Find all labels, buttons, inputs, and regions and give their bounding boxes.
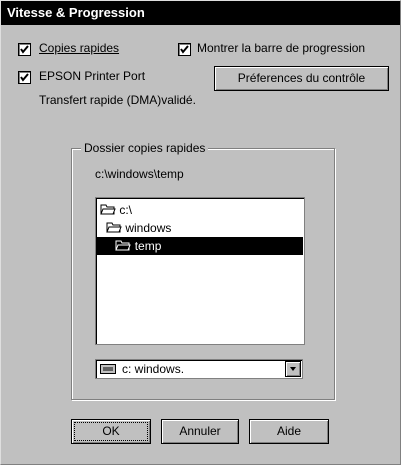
tree-item-temp[interactable]: temp [97,237,303,255]
epson-port-checkbox[interactable] [18,71,31,84]
fast-copies-label[interactable]: Copies rapides [39,41,119,55]
show-progress-label[interactable]: Montrer la barre de progression [197,41,365,55]
epson-port-label[interactable]: EPSON Printer Port [39,69,145,83]
check-icon [20,73,29,82]
check-icon [20,45,29,54]
folder-tree-list[interactable]: c:\ windows temp [95,197,305,345]
drive-select[interactable]: c: windows. [95,359,303,379]
tree-item-label: windows [125,221,172,235]
dialog-window: Vitesse & Progression Copies rapides Mon… [0,0,401,465]
folder-open-icon [106,222,122,233]
folder-open-icon [100,204,116,215]
cancel-button[interactable]: Annuler [161,419,239,444]
tree-item-windows[interactable]: windows [106,219,171,237]
title-bar: Vitesse & Progression [1,1,400,25]
dropdown-button[interactable] [285,361,301,377]
transfer-status-text: Transfert rapide (DMA)validé. [39,93,196,107]
drive-icon [100,364,116,374]
fast-copies-checkbox[interactable] [18,43,31,56]
monitor-preferences-button[interactable]: Préferences du contrôle [214,66,389,91]
group-title: Dossier copies rapides [81,141,209,155]
drive-value: c: windows. [122,362,185,376]
tree-item-label: c:\ [119,203,133,217]
show-progress-checkbox[interactable] [178,43,191,56]
chevron-down-icon [290,367,296,371]
folder-path-text: c:\windows\temp [95,167,184,181]
help-button[interactable]: Aide [249,419,329,444]
tree-item-root[interactable]: c:\ [100,201,132,219]
check-icon [180,45,189,54]
ok-button[interactable]: OK [71,419,151,444]
tree-item-label: temp [134,239,162,253]
folder-open-icon [115,240,132,251]
